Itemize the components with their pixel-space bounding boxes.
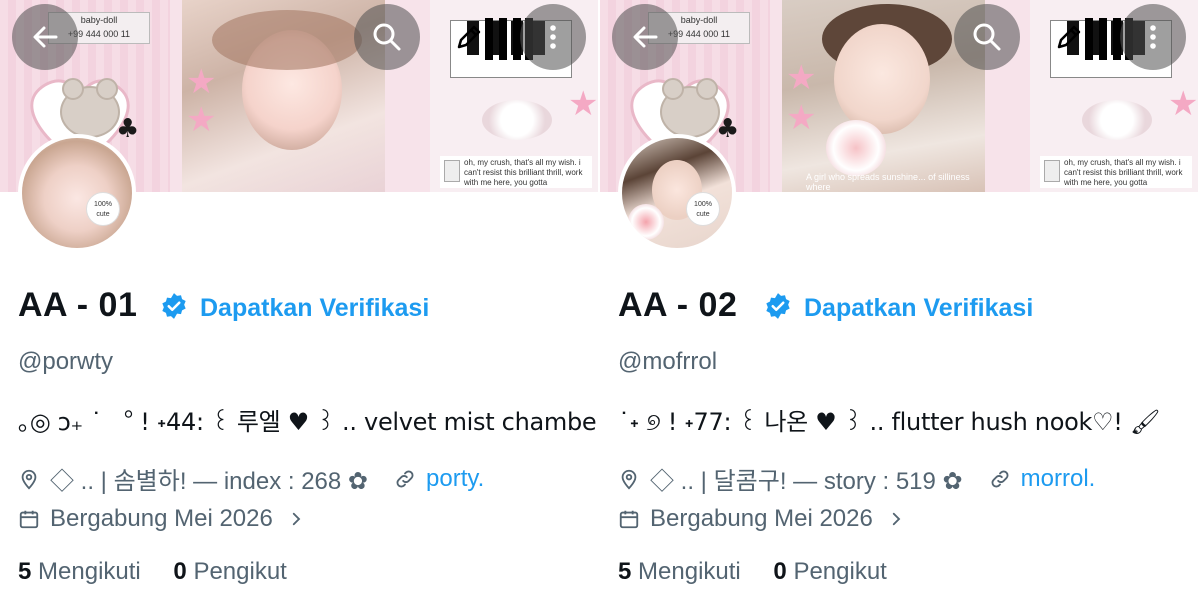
more-icon	[1150, 25, 1156, 49]
website-link[interactable]: morrol.	[1021, 465, 1096, 493]
bear-sticker	[660, 78, 720, 138]
more-button[interactable]	[520, 4, 586, 70]
star-icon: ★	[786, 58, 817, 98]
avatar-badge: 100% cute	[686, 192, 720, 226]
avatar[interactable]: 100% cute	[618, 134, 736, 252]
following-count: 5	[18, 558, 32, 585]
get-verified-link[interactable]: Dapatkan Verifikasi	[200, 294, 429, 323]
search-button[interactable]	[954, 4, 1020, 70]
profile-panel-1: baby-doll +99 444 000 11 ♣ ★ ★ ★ oh, my …	[0, 0, 598, 600]
joined-row: Bergabung Mei 2026	[618, 505, 915, 533]
following-stat[interactable]: 5 Mengikuti	[18, 558, 141, 585]
followers-count: 0	[173, 558, 187, 585]
photo-caption: A girl who spreads sunshine... of sillin…	[806, 172, 970, 192]
bear-sticker	[60, 78, 120, 138]
followers-stat[interactable]: 0 Pengikut	[773, 558, 886, 585]
edit-button[interactable]	[1036, 4, 1102, 70]
verified-badge-icon	[162, 293, 186, 319]
joined-text: Bergabung Mei 2026	[50, 505, 273, 532]
handle: @porwty	[18, 348, 114, 375]
following-stat[interactable]: 5 Mengikuti	[618, 558, 741, 585]
profile-panel-2: baby-doll +99 444 000 11 ♣ ★ ★ A girl wh…	[600, 0, 1198, 600]
search-icon	[973, 23, 1001, 51]
follow-stats: 5 Mengikuti 0 Pengikut	[18, 558, 287, 586]
avatar[interactable]: 100% cute	[18, 134, 136, 252]
handle: @mofrrol	[618, 348, 718, 375]
bunny-sticker	[1082, 100, 1152, 140]
link-icon	[396, 470, 414, 487]
bio: ｡◎ ͻ₊ ˙ ︒ ! ˖44: ꒰ 루엘 ♥ ꒱ .. velvet mist…	[18, 408, 598, 436]
calendar-icon	[19, 510, 39, 529]
quote-note: oh, my crush, that's all my wish. i can'…	[440, 156, 592, 188]
star-icon: ★	[568, 84, 598, 124]
chevron-right-icon[interactable]	[887, 510, 905, 528]
search-button[interactable]	[354, 4, 420, 70]
back-arrow-icon	[33, 26, 58, 48]
location-text: ◇ .. | 솜별하! — index : 268 ✿	[50, 468, 369, 495]
search-icon	[373, 23, 401, 51]
following-label: Mengikuti	[638, 558, 741, 585]
followers-stat[interactable]: 0 Pengikut	[173, 558, 286, 585]
back-button[interactable]	[612, 4, 678, 70]
bio: ˙˖ ୭ ! ˖77: ꒰ 나온 ♥ ꒱ .. flutter hush noo…	[618, 408, 1161, 436]
calendar-icon	[619, 510, 639, 529]
star-icon: ★	[1168, 84, 1198, 124]
star-icon: ★	[786, 98, 817, 138]
edit-button[interactable]	[436, 4, 502, 70]
display-name: AA - 02	[618, 286, 738, 324]
edit-icon	[457, 25, 481, 49]
get-verified-link[interactable]: Dapatkan Verifikasi	[804, 294, 1033, 323]
location-text: ◇ .. | 달콤구! — story : 519 ✿	[650, 468, 963, 495]
joined-text: Bergabung Mei 2026	[650, 505, 873, 532]
display-name: AA - 01	[18, 286, 138, 324]
website-link[interactable]: porty.	[426, 465, 484, 493]
following-count: 5	[618, 558, 632, 585]
verified-badge-icon	[766, 293, 790, 319]
joined-row: Bergabung Mei 2026	[18, 505, 315, 533]
location-row: ◇ .. | 달콤구! — story : 519 ✿ morrol.	[618, 461, 1095, 496]
more-icon	[550, 25, 556, 49]
star-icon: ★	[186, 62, 217, 102]
bunny-sticker	[482, 100, 552, 140]
following-label: Mengikuti	[38, 558, 141, 585]
star-icon: ★	[186, 100, 217, 140]
back-button[interactable]	[12, 4, 78, 70]
more-button[interactable]	[1120, 4, 1186, 70]
edit-icon	[1057, 25, 1081, 49]
location-pin-icon	[621, 469, 637, 489]
avatar-badge: 100% cute	[86, 192, 120, 226]
followers-label: Pengikut	[793, 558, 887, 585]
chevron-right-icon[interactable]	[287, 510, 305, 528]
back-arrow-icon	[633, 26, 658, 48]
follow-stats: 5 Mengikuti 0 Pengikut	[618, 558, 887, 586]
followers-count: 0	[773, 558, 787, 585]
followers-label: Pengikut	[193, 558, 287, 585]
location-pin-icon	[21, 469, 37, 489]
quote-note: oh, my crush, that's all my wish. i can'…	[1040, 156, 1192, 188]
location-row: ◇ .. | 솜별하! — index : 268 ✿ porty.	[18, 461, 484, 496]
link-icon	[991, 470, 1009, 487]
